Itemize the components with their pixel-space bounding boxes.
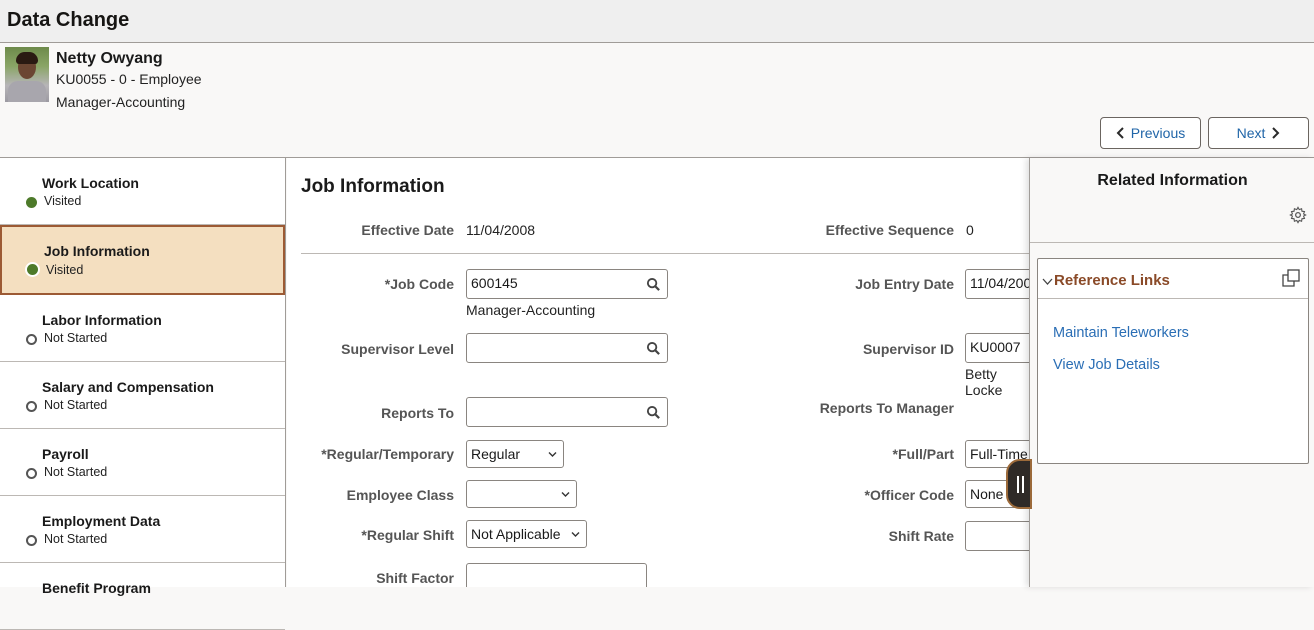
step-status: Not Started xyxy=(44,465,108,479)
reports-to-label: Reports To xyxy=(381,405,454,421)
supervisor-id-value: KU0007 xyxy=(970,339,1021,355)
job-code-description: Manager-Accounting xyxy=(466,302,596,318)
visited-status-icon xyxy=(26,197,37,208)
regular-shift-label: *Regular Shift xyxy=(361,527,454,543)
step-label: Labor Information xyxy=(42,312,162,328)
officer-code-label: *Officer Code xyxy=(864,487,954,503)
employee-name: Netty Owyang xyxy=(56,50,163,67)
step-label: Employment Data xyxy=(42,513,161,529)
full-part-label: *Full/Part xyxy=(892,446,954,462)
job-code-input[interactable]: 600145 xyxy=(466,269,668,299)
effective-date-label: Effective Date xyxy=(361,222,454,238)
regular-temporary-value: Regular xyxy=(471,446,521,462)
employee-class-select[interactable] xyxy=(466,480,577,508)
step-status: Visited xyxy=(46,263,84,277)
supervisor-id-label: Supervisor ID xyxy=(862,341,954,357)
employee-avatar xyxy=(5,47,49,102)
job-code-value: 600145 xyxy=(471,275,518,291)
reference-links-header[interactable]: Reference Links xyxy=(1038,259,1308,299)
related-information-title: Related Information xyxy=(1097,172,1248,189)
reference-links-title: Reference Links xyxy=(1054,272,1170,289)
employee-job-title: Manager-Accounting xyxy=(56,94,186,110)
shift-rate-label: Shift Rate xyxy=(888,528,954,544)
title-bar: Data Change xyxy=(0,0,1314,43)
step-item-salary-and-compensation[interactable]: Salary and Compensation Not Started xyxy=(0,362,285,429)
shift-factor-label: Shift Factor xyxy=(376,570,454,586)
page-title: Data Change xyxy=(7,9,130,31)
job-entry-date-value: 11/04/2008 xyxy=(970,275,1029,291)
step-label: Job Information xyxy=(44,243,150,259)
chevron-down-icon xyxy=(571,532,580,537)
not-started-status-icon xyxy=(26,468,37,479)
reference-links-box: Reference Links Maintain Teleworkers Vie… xyxy=(1037,258,1309,464)
supervisor-name: Betty Locke xyxy=(965,366,1003,398)
search-icon[interactable] xyxy=(646,341,661,356)
visited-status-icon xyxy=(27,264,38,275)
section-title: Job Information xyxy=(301,176,445,197)
job-entry-date-input[interactable]: 11/04/2008 xyxy=(965,269,1029,299)
link-view-job-details[interactable]: View Job Details xyxy=(1053,357,1160,373)
step-label: Benefit Program xyxy=(42,580,151,596)
job-entry-date-label: Job Entry Date xyxy=(855,276,954,292)
next-button[interactable]: Next xyxy=(1208,117,1309,149)
divider xyxy=(1030,242,1314,243)
effective-date-value: 11/04/2008 xyxy=(466,222,536,238)
employee-header: Netty Owyang KU0055 - 0 - Employee Manag… xyxy=(0,43,1314,158)
shift-rate-input[interactable] xyxy=(965,521,1029,551)
job-code-label: *Job Code xyxy=(384,276,454,292)
chevron-down-icon[interactable] xyxy=(1042,278,1053,285)
divider xyxy=(301,253,1029,254)
shift-factor-input[interactable] xyxy=(466,563,647,587)
step-status: Not Started xyxy=(44,398,108,412)
step-label: Payroll xyxy=(42,446,89,462)
supervisor-level-input[interactable] xyxy=(466,333,668,363)
link-maintain-teleworkers[interactable]: Maintain Teleworkers xyxy=(1053,325,1189,341)
reports-to-input[interactable] xyxy=(466,397,668,427)
regular-temporary-select[interactable]: Regular xyxy=(466,440,564,468)
step-item-labor-information[interactable]: Labor Information Not Started xyxy=(0,295,285,362)
employee-id: KU0055 - 0 - Employee xyxy=(56,71,202,87)
regular-shift-select[interactable]: Not Applicable xyxy=(466,520,587,548)
regular-shift-value: Not Applicable xyxy=(471,526,561,542)
search-icon[interactable] xyxy=(646,277,661,292)
not-started-status-icon xyxy=(26,401,37,412)
step-label: Salary and Compensation xyxy=(42,379,214,395)
previous-label: Previous xyxy=(1130,125,1186,141)
step-status: Not Started xyxy=(44,532,108,546)
chevron-down-icon xyxy=(548,452,557,457)
chevron-left-icon xyxy=(1116,127,1124,139)
step-navigation: Work Location Visited Job Information Visit… xyxy=(0,158,286,630)
chevron-down-icon xyxy=(561,492,570,497)
search-icon[interactable] xyxy=(646,405,661,420)
step-item-work-location[interactable]: Work Location Visited xyxy=(0,158,285,225)
not-started-status-icon xyxy=(26,334,37,345)
officer-code-value: None xyxy=(970,486,1004,502)
employee-class-label: Employee Class xyxy=(346,487,454,503)
next-label: Next xyxy=(1236,125,1266,141)
chevron-right-icon xyxy=(1272,127,1280,139)
effective-sequence-label: Effective Sequence xyxy=(825,222,954,238)
gear-icon[interactable] xyxy=(1289,206,1307,224)
panel-drag-handle[interactable] xyxy=(1006,459,1032,509)
supervisor-level-label: Supervisor Level xyxy=(341,341,454,357)
popout-window-icon[interactable] xyxy=(1282,269,1300,287)
step-item-benefit-program[interactable]: Benefit Program xyxy=(0,563,285,630)
step-item-employment-data[interactable]: Employment Data Not Started xyxy=(0,496,285,563)
job-information-form: Job Information Effective Date 11/04/200… xyxy=(287,158,1029,587)
previous-button[interactable]: Previous xyxy=(1100,117,1201,149)
step-status: Not Started xyxy=(44,331,108,345)
not-started-status-icon xyxy=(26,535,37,546)
reports-to-manager-label: Reports To Manager xyxy=(819,400,954,416)
step-item-payroll[interactable]: Payroll Not Started xyxy=(0,429,285,496)
effective-sequence-value: 0 xyxy=(966,222,974,238)
step-item-job-information[interactable]: Job Information Visited xyxy=(0,225,285,295)
related-information-panel: Related Information Reference Links Main… xyxy=(1029,158,1314,587)
supervisor-id-input[interactable]: KU0007 xyxy=(965,333,1029,363)
step-status: Visited xyxy=(44,194,82,208)
regular-temporary-label: *Regular/Temporary xyxy=(321,446,454,462)
step-label: Work Location xyxy=(42,175,139,191)
